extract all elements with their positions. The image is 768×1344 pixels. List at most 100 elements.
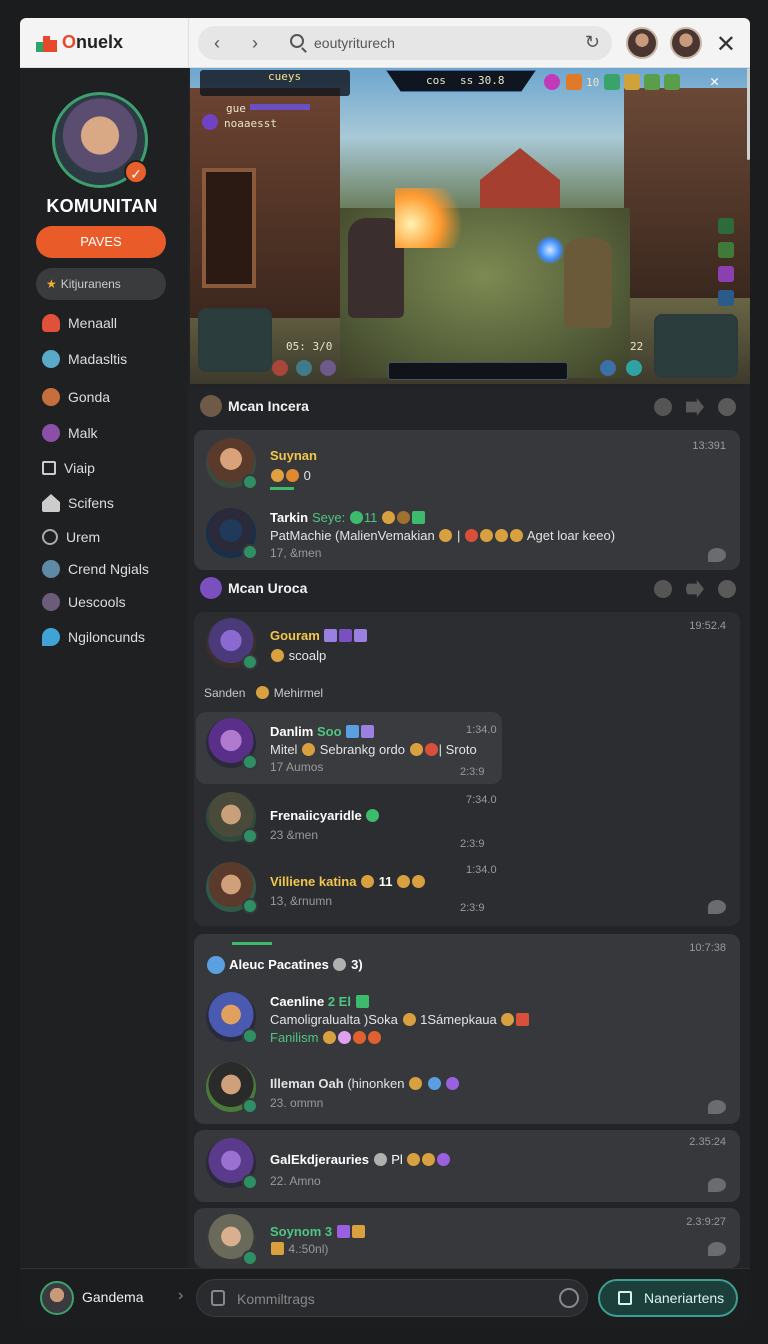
hud-value: 10 <box>586 76 600 89</box>
avatar[interactable] <box>206 438 258 490</box>
avatar[interactable] <box>654 580 672 598</box>
message-meta: 17, &men <box>270 546 322 560</box>
primary-button[interactable]: PAVES <box>36 226 166 258</box>
avatar[interactable] <box>206 1214 258 1266</box>
back-button[interactable]: ‹ <box>206 32 228 54</box>
avatar[interactable] <box>670 27 702 59</box>
ability-icon[interactable] <box>272 360 288 376</box>
timestamp: 2:3:9 <box>460 902 485 914</box>
app-window: Onuelx ‹ › eoutyriturech ↻ ✕ ✓ KOMUNITAN… <box>20 18 750 1326</box>
timestamp: 7:34.0 <box>466 794 497 806</box>
skill-icon[interactable] <box>718 290 734 306</box>
footer-username[interactable]: Gandema <box>82 1289 143 1305</box>
forward-button[interactable]: › <box>244 32 266 54</box>
sidebar-item-gonda[interactable]: Gonda <box>42 386 110 408</box>
composer-placeholder[interactable]: Kommiltrags <box>237 1291 315 1307</box>
username[interactable]: GalEkdjerauries Pl <box>270 1152 451 1167</box>
avatar[interactable] <box>206 718 258 770</box>
message-composer[interactable]: Kommiltrags <box>196 1279 588 1317</box>
section-header: Mcan Uroca <box>200 576 307 600</box>
username[interactable]: Gouram <box>270 628 368 643</box>
timestamp: 1:34.0 <box>466 724 497 736</box>
scrollbar[interactable] <box>747 68 750 160</box>
sidebar-item-ngiloncunds[interactable]: Ngiloncunds <box>42 626 145 648</box>
close-button[interactable]: ✕ <box>716 30 736 59</box>
emoji-icon[interactable] <box>559 1288 579 1308</box>
sidebar-item-uescools[interactable]: Uescools <box>42 591 126 613</box>
sidebar-item-viaip[interactable]: Viaip <box>42 457 95 479</box>
message-meta: 17 Aumos <box>270 760 324 774</box>
avatar[interactable] <box>626 27 658 59</box>
timestamp: 2.35:24 <box>689 1136 726 1148</box>
globe-icon <box>42 350 60 368</box>
minimap[interactable] <box>654 314 738 378</box>
skill-icon[interactable] <box>718 242 734 258</box>
game-screenshot[interactable]: cueys gue noaaesst cos ss 30.8 10 ✕ 05: … <box>190 68 750 384</box>
post-card[interactable]: Aleuc Pacatines 3) 10:7:38 Caenline 2 El… <box>194 934 740 1124</box>
reply-icon[interactable] <box>708 900 726 914</box>
user-add-icon[interactable] <box>718 580 736 598</box>
username[interactable]: Frenaiicyaridle <box>270 808 380 823</box>
avatar[interactable] <box>206 508 258 560</box>
address-bar[interactable]: ‹ › eoutyriturech ↻ <box>198 26 612 60</box>
username[interactable]: Caenline 2 El <box>270 994 370 1009</box>
attachment-icon[interactable] <box>211 1290 225 1306</box>
avatar[interactable] <box>654 398 672 416</box>
avatar[interactable] <box>206 1062 258 1114</box>
hud-value: ss <box>460 74 474 87</box>
username[interactable]: Aleuc Pacatines 3) <box>206 956 363 974</box>
username[interactable]: Villiene katina 11 <box>270 874 426 889</box>
ability-icon[interactable] <box>626 360 642 376</box>
send-icon <box>618 1291 632 1305</box>
section-actions <box>654 398 736 416</box>
forward-icon[interactable] <box>686 580 704 598</box>
profile-name: KOMUNITAN <box>46 196 158 216</box>
sidebar-search[interactable]: ★ Kitjuranens <box>36 268 166 300</box>
ability-icon[interactable] <box>600 360 616 376</box>
ability-icon[interactable] <box>320 360 336 376</box>
user-add-icon[interactable] <box>718 398 736 416</box>
footer-bar: Gandema › Kommiltrags Naneriartens <box>20 1268 750 1326</box>
username[interactable]: Soynom 3 <box>270 1224 366 1239</box>
post-card[interactable]: Soynom 3 4.:50nl) 2.3:9:27 <box>194 1208 740 1268</box>
username[interactable]: Tarkin <box>270 510 308 525</box>
post-card[interactable]: Gouram scoalp 19:52.4 Sanden Mehirmel Da… <box>194 612 740 926</box>
sidebar-item-scifens[interactable]: Scifens <box>42 492 114 514</box>
reload-button[interactable]: ↻ <box>585 32 600 53</box>
reply-icon[interactable] <box>708 1242 726 1256</box>
reply-icon[interactable] <box>708 1178 726 1192</box>
sidebar-item-urem[interactable]: Urem <box>42 526 100 548</box>
avatar <box>200 395 222 417</box>
avatar[interactable] <box>206 792 258 844</box>
app-logo[interactable]: Onuelx <box>36 32 123 53</box>
sidebar-item-madasltis[interactable]: Madasltis <box>42 348 127 370</box>
avatar[interactable] <box>40 1281 74 1315</box>
post-card[interactable]: GalEkdjerauries Pl 22. Amno 2.35:24 <box>194 1130 740 1202</box>
sidebar-item-menaall[interactable]: Menaall <box>42 312 117 334</box>
reply-icon[interactable] <box>708 1100 726 1114</box>
username[interactable]: Suynan <box>270 448 317 463</box>
skill-icon[interactable] <box>718 218 734 234</box>
avatar[interactable] <box>206 1138 258 1190</box>
minimap[interactable] <box>198 308 272 372</box>
ability-icon[interactable] <box>296 360 312 376</box>
door-left <box>202 168 256 288</box>
reply-icon[interactable] <box>708 548 726 562</box>
close-icon[interactable]: ✕ <box>710 72 719 90</box>
post-card[interactable]: Suynan 0 13:391 Tarkin Seye: 11 PatMachi… <box>194 430 740 570</box>
sidebar-item-crend-ngials[interactable]: Crend Ngials <box>42 558 149 580</box>
send-button[interactable]: Naneriartens <box>598 1279 738 1317</box>
sidebar-item-malk[interactable]: Malk <box>42 422 98 444</box>
chevron-right-icon[interactable]: › <box>178 1287 183 1305</box>
url-text[interactable]: eoutyriturech <box>314 35 395 51</box>
avatar[interactable] <box>206 618 258 670</box>
skill-icon[interactable] <box>718 266 734 282</box>
avatar[interactable] <box>206 862 258 914</box>
timestamp: 2.3:9:27 <box>686 1216 726 1228</box>
forward-icon[interactable] <box>686 398 704 416</box>
chat-feed: Mcan Incera Suynan 0 13:391 Tarkin Seye:… <box>190 68 750 1268</box>
sidebar-item-label: Menaall <box>68 315 118 331</box>
action-bar[interactable] <box>388 362 568 380</box>
username[interactable]: Danlim Soo <box>270 724 375 739</box>
avatar[interactable] <box>206 992 258 1044</box>
